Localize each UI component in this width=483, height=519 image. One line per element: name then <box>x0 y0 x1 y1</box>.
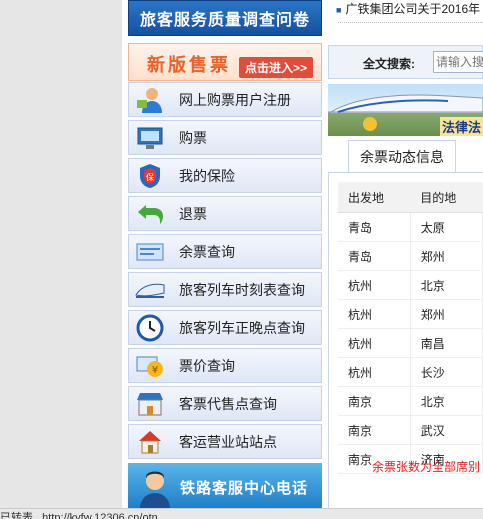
cell-departure: 青岛 <box>338 212 411 242</box>
cell-departure: 南京 <box>338 415 411 445</box>
new-ticket-title: 新版售票 <box>147 55 231 75</box>
cell-departure: 青岛 <box>338 241 411 271</box>
remaining-ticket-icon <box>133 238 167 266</box>
table-row[interactable]: 南京 武汉 <box>338 415 483 445</box>
table-row[interactable]: 杭州 郑州 <box>338 299 483 329</box>
search-label: 全文搜索: <box>363 57 415 71</box>
cell-destination: 南昌 <box>410 328 483 358</box>
menu-item-remaining[interactable]: 余票查询 <box>128 234 322 269</box>
news-item[interactable]: ■ 广铁集团公司关于2016年 <box>336 0 483 18</box>
table-row[interactable]: 杭州 北京 <box>338 270 483 300</box>
menu-item-agency[interactable]: 客票代售点查询 <box>128 386 322 421</box>
menu-item-register[interactable]: 网上购票用户注册 <box>128 82 322 117</box>
table-row[interactable]: 杭州 长沙 <box>338 357 483 387</box>
menu-item-delay[interactable]: 旅客列车正晚点查询 <box>128 310 322 345</box>
enter-button[interactable]: 点击进入>> <box>238 57 313 78</box>
cell-destination: 太原 <box>410 212 483 242</box>
station-house-icon <box>133 428 167 456</box>
cell-departure: 杭州 <box>338 299 411 329</box>
insurance-shield-icon: 保 <box>133 162 167 190</box>
tab-bar: 余票动态信息 <box>328 140 483 173</box>
menu-item-insurance[interactable]: 保 我的保险 <box>128 158 322 193</box>
clock-icon <box>133 314 167 342</box>
train-banner[interactable]: 法律法 <box>328 84 483 136</box>
cell-departure: 杭州 <box>338 328 411 358</box>
menu-item-label: 旅客列车时刻表查询 <box>179 281 305 298</box>
cell-destination: 北京 <box>410 270 483 300</box>
computer-ticket-icon <box>133 124 167 152</box>
menu-item-label: 票价查询 <box>179 357 235 374</box>
menu-item-price[interactable]: ¥ 票价查询 <box>128 348 322 383</box>
train-schedule-icon <box>133 276 167 304</box>
ticket-agency-icon <box>133 390 167 418</box>
table-row[interactable]: 青岛 郑州 <box>338 241 483 271</box>
hotline-banner[interactable]: 铁路客服中心电话 <box>128 463 322 508</box>
cell-departure: 南京 <box>338 386 411 416</box>
cell-destination: 北京 <box>410 386 483 416</box>
cell-destination: 长沙 <box>410 357 483 387</box>
menu-item-label: 退票 <box>179 205 207 222</box>
menu-item-label: 购票 <box>179 129 207 146</box>
law-banner-text: 法律法 <box>439 117 483 136</box>
remaining-ticket-table: 出发地 目的地 青岛 太原 青岛 郑州 杭州 北京 杭州 郑州 杭州 南昌 杭州 长沙 南京… <box>338 182 483 474</box>
search-input[interactable] <box>433 51 483 73</box>
cell-destination: 郑州 <box>410 241 483 271</box>
left-gutter <box>0 0 122 508</box>
cell-departure: 杭州 <box>338 357 411 387</box>
divider <box>328 172 329 508</box>
news-link[interactable]: 广铁集团公司关于2016年 <box>345 2 480 16</box>
menu-item-label: 客运营业站站点 <box>179 433 277 450</box>
cell-destination: 武汉 <box>410 415 483 445</box>
service-menu: 网上购票用户注册 购票 保 我的保险 退票 余票查询 旅客列车时刻表查询 旅客列… <box>128 82 322 462</box>
menu-item-station[interactable]: 客运营业站站点 <box>128 424 322 459</box>
service-agent-icon <box>138 469 172 508</box>
cell-destination: 郑州 <box>410 299 483 329</box>
menu-item-label: 客票代售点查询 <box>179 395 277 412</box>
table-row[interactable]: 南京 北京 <box>338 386 483 416</box>
table-row[interactable]: 青岛 太原 <box>338 212 483 242</box>
user-register-icon <box>133 86 167 114</box>
hotline-text: 铁路客服中心电话 <box>180 480 309 497</box>
menu-item-schedule[interactable]: 旅客列车时刻表查询 <box>128 272 322 307</box>
status-bar: 已转表...http://kyfw.12306.cn/otn <box>0 508 483 519</box>
menu-item-label: 我的保险 <box>179 167 235 184</box>
menu-item-label: 网上购票用户注册 <box>179 91 291 108</box>
price-yen-icon: ¥ <box>133 352 167 380</box>
survey-banner[interactable]: 旅客服务质量调查问卷 <box>128 0 322 36</box>
menu-item-label: 余票查询 <box>179 243 235 260</box>
column-header-departure: 出发地 <box>338 182 411 213</box>
new-ticket-banner[interactable]: 新版售票 点击进入>> <box>128 43 322 81</box>
tab-remaining-ticket[interactable]: 余票动态信息 <box>348 140 456 172</box>
table-header-row: 出发地 目的地 <box>338 182 483 213</box>
divider <box>338 22 483 23</box>
cell-departure: 杭州 <box>338 270 411 300</box>
svg-text:¥: ¥ <box>152 365 158 376</box>
menu-item-label: 旅客列车正晚点查询 <box>179 319 305 336</box>
table-row[interactable]: 杭州 南昌 <box>338 328 483 358</box>
bullet-icon: ■ <box>336 4 342 15</box>
menu-item-refund[interactable]: 退票 <box>128 196 322 231</box>
table-note: 余票张数为全部席别 <box>372 460 481 474</box>
svg-text:保: 保 <box>146 172 154 182</box>
menu-item-buy[interactable]: 购票 <box>128 120 322 155</box>
column-header-destination: 目的地 <box>410 182 483 213</box>
search-box: 全文搜索: <box>328 45 483 79</box>
refund-arrow-icon <box>133 200 167 228</box>
